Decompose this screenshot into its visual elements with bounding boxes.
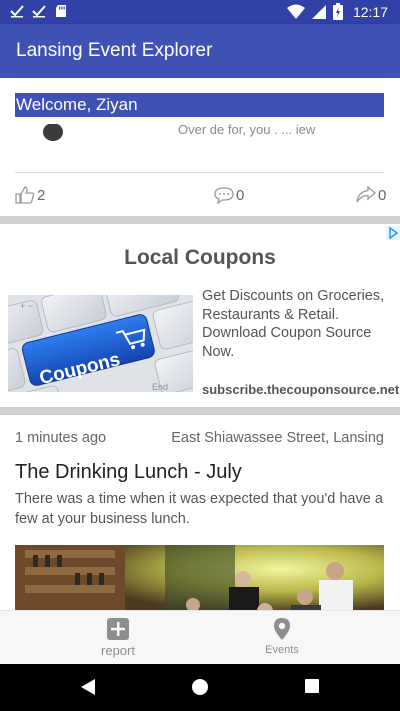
share-icon xyxy=(356,186,376,203)
like-button[interactable]: 2 xyxy=(15,183,45,207)
comment-count: 0 xyxy=(236,186,245,204)
nav-events[interactable]: Events xyxy=(182,611,382,665)
ad-card[interactable]: Local Coupons Coupons + − End Get Discou… xyxy=(0,226,400,407)
separator xyxy=(0,216,400,224)
recents-icon[interactable] xyxy=(304,678,320,694)
adchoices-icon[interactable] xyxy=(386,226,400,240)
previous-event-text: Over de for, you . ... iew xyxy=(178,122,316,137)
share-button[interactable]: 0 xyxy=(356,183,386,207)
battery-icon xyxy=(332,3,343,20)
event-time: 1 minutes ago xyxy=(15,430,107,446)
system-navigation-bar xyxy=(0,664,400,711)
comment-icon xyxy=(214,187,234,204)
wifi-icon xyxy=(286,4,305,19)
home-icon[interactable] xyxy=(191,678,209,696)
card-divider xyxy=(15,172,384,173)
add-box-icon xyxy=(107,618,129,640)
svg-text:End: End xyxy=(152,382,168,392)
welcome-banner: Welcome, Ziyan xyxy=(15,93,384,117)
svg-text:+ −: + − xyxy=(20,301,33,311)
nav-events-label: Events xyxy=(265,644,299,656)
avatar xyxy=(43,123,63,141)
check-icon xyxy=(10,5,24,18)
event-card[interactable]: 1 minutes ago East Shiawassee Street, La… xyxy=(0,415,400,610)
thumbs-up-icon xyxy=(15,186,35,204)
sd-card-icon xyxy=(56,5,66,17)
event-title[interactable]: The Drinking Lunch - July xyxy=(15,461,242,484)
app-title: Lansing Event Explorer xyxy=(16,40,213,61)
bottom-navigation: report Events xyxy=(0,610,400,664)
check-icon xyxy=(32,5,46,18)
event-description: There was a time when it was expected th… xyxy=(15,491,383,527)
back-icon[interactable] xyxy=(80,678,96,696)
share-count: 0 xyxy=(378,186,387,204)
event-location: East Shiawassee Street, Lansing xyxy=(171,430,384,446)
separator xyxy=(0,407,400,415)
ad-title: Local Coupons xyxy=(124,246,276,269)
ad-url-link[interactable]: subscribe.thecouponsource.net xyxy=(202,382,399,397)
ad-image[interactable]: Coupons + − End xyxy=(8,295,193,392)
clock: 12:17 xyxy=(352,3,388,20)
ad-copy: Get Discounts on Groceries, Restaurants … xyxy=(202,288,385,360)
app-bar: Lansing Event Explorer xyxy=(0,24,400,78)
signal-icon xyxy=(311,4,326,19)
event-photo[interactable] xyxy=(15,545,384,610)
event-feed[interactable]: Over de for, you . ... iew 2 0 0 Welcome… xyxy=(0,78,400,610)
like-count: 2 xyxy=(37,186,46,204)
location-pin-icon xyxy=(274,618,290,640)
status-bar: 12:17 xyxy=(0,0,400,24)
comment-button[interactable]: 0 xyxy=(214,183,244,207)
